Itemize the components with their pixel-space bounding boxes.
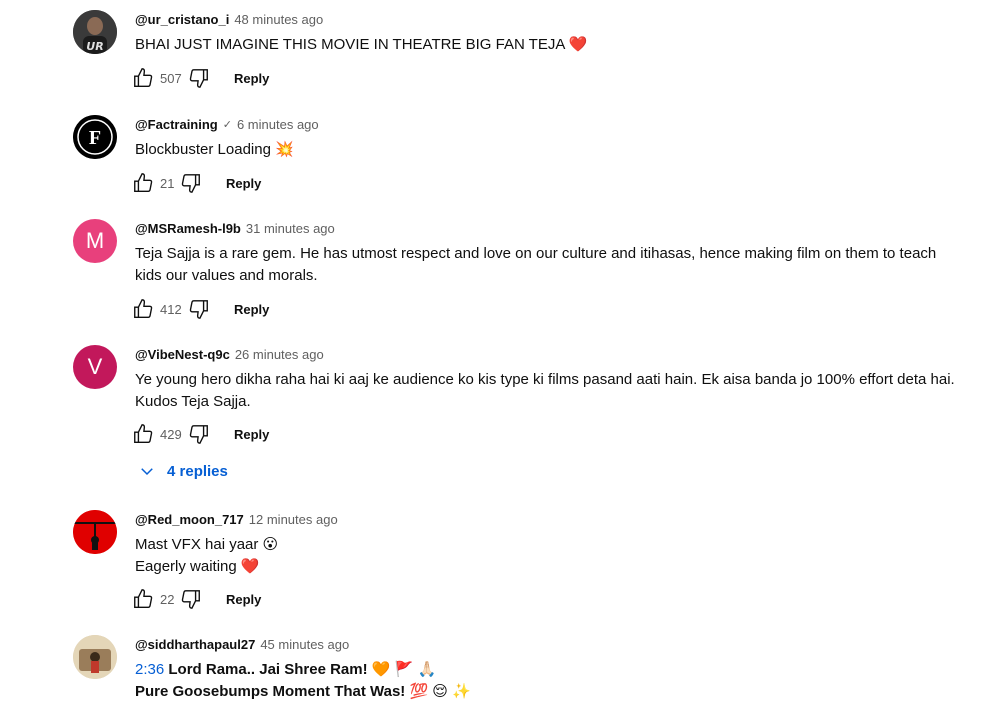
comment-actions: 412 Reply — [130, 297, 269, 321]
comment-author[interactable]: @MSRamesh-l9b — [135, 221, 241, 236]
comment-author[interactable]: @Red_moon_717 — [135, 512, 244, 527]
comment-line: Pure Goosebumps Moment That Was! 💯 😌 ✨ — [135, 683, 471, 700]
comment-line-text: Lord Rama.. Jai Shree Ram! 🧡 🚩 🙏🏻 — [164, 661, 437, 678]
comment-actions: 22 Reply — [130, 587, 261, 611]
comment-time[interactable]: 12 minutes ago — [249, 512, 338, 527]
avatar-photo — [73, 635, 117, 679]
dislike-icon[interactable] — [186, 297, 212, 321]
comment-line: Blockbuster Loading 💥 — [135, 141, 294, 158]
comment-author[interactable]: @VibeNest-q9c — [135, 347, 230, 362]
avatar-logo: F — [73, 115, 117, 159]
avatar[interactable] — [73, 635, 117, 679]
reply-button[interactable]: Reply — [226, 592, 261, 607]
comment-line: kids our values and morals. — [135, 267, 318, 284]
comment-line: Ye young hero dikha raha hai ki aaj ke a… — [135, 371, 955, 388]
avatar[interactable]: F — [73, 115, 117, 159]
like-count: 429 — [160, 426, 182, 442]
avatar[interactable]: V — [73, 345, 117, 389]
like-count: 22 — [160, 591, 175, 607]
like-icon[interactable] — [130, 422, 156, 446]
like-count: 412 — [160, 301, 182, 317]
chevron-down-icon — [136, 460, 158, 482]
comment-time[interactable]: 26 minutes ago — [235, 347, 324, 362]
avatar[interactable]: UR — [73, 10, 117, 54]
comment-actions: 507 Reply — [130, 66, 269, 90]
comment-time[interactable]: 45 minutes ago — [260, 637, 349, 652]
like-count: 507 — [160, 70, 182, 86]
reply-button[interactable]: Reply — [234, 427, 269, 442]
dislike-icon[interactable] — [178, 587, 204, 611]
comment-text: 2:36 Lord Rama.. Jai Shree Ram! 🧡 🚩 🙏🏻 P… — [135, 659, 471, 703]
comment-text: Ye young hero dikha raha hai ki aaj ke a… — [135, 369, 955, 413]
comment-line: Kudos Teja Sajja. — [135, 393, 251, 410]
comment-time[interactable]: 48 minutes ago — [234, 12, 323, 27]
reply-button[interactable]: Reply — [234, 71, 269, 86]
avatar-initial: V — [87, 354, 103, 379]
comment-author[interactable]: @ur_cristano_i — [135, 12, 229, 27]
avatar-text: UR — [86, 40, 103, 53]
avatar-photo: UR — [73, 10, 117, 54]
reply-button[interactable]: Reply — [234, 302, 269, 317]
comment-text: Mast VFX hai yaar 😮 Eagerly waiting ❤️ — [135, 534, 278, 578]
like-count: 21 — [160, 175, 175, 191]
comment-time[interactable]: 6 minutes ago — [237, 117, 319, 132]
comment-line: Teja Sajja is a rare gem. He has utmost … — [135, 245, 937, 262]
comment-text: BHAI JUST IMAGINE THIS MOVIE IN THEATRE … — [135, 34, 587, 56]
like-icon[interactable] — [130, 66, 156, 90]
comment-line: Mast VFX hai yaar 😮 — [135, 536, 279, 553]
avatar-photo — [73, 510, 117, 554]
avatar-text: F — [89, 127, 101, 149]
comment-author[interactable]: @siddharthapaul27 — [135, 637, 255, 652]
replies-label: 4 replies — [167, 462, 228, 480]
avatar[interactable] — [73, 510, 117, 554]
comment-actions: 429 Reply — [130, 422, 269, 446]
dislike-icon[interactable] — [186, 66, 212, 90]
avatar[interactable]: M — [73, 219, 117, 263]
comment-actions: 21 Reply — [130, 171, 261, 195]
comment-text: Teja Sajja is a rare gem. He has utmost … — [135, 243, 936, 287]
comment-line: 2:36 Lord Rama.. Jai Shree Ram! 🧡 🚩 🙏🏻 — [135, 659, 471, 681]
like-icon[interactable] — [130, 587, 156, 611]
comment-line: BHAI JUST IMAGINE THIS MOVIE IN THEATRE … — [135, 36, 588, 53]
dislike-icon[interactable] — [186, 422, 212, 446]
reply-button[interactable]: Reply — [226, 176, 261, 191]
comment-time[interactable]: 31 minutes ago — [246, 221, 335, 236]
like-icon[interactable] — [130, 297, 156, 321]
comment-line: Eagerly waiting ❤️ — [135, 558, 260, 575]
like-icon[interactable] — [130, 171, 156, 195]
comment-author[interactable]: @Factraining — [135, 117, 218, 132]
timestamp-link[interactable]: 2:36 — [135, 661, 164, 678]
comment-text: Blockbuster Loading 💥 — [135, 139, 294, 161]
avatar-initial: M — [85, 228, 105, 253]
view-replies-button[interactable]: 4 replies — [136, 459, 228, 483]
dislike-icon[interactable] — [178, 171, 204, 195]
verified-icon: ✓ — [222, 118, 232, 131]
